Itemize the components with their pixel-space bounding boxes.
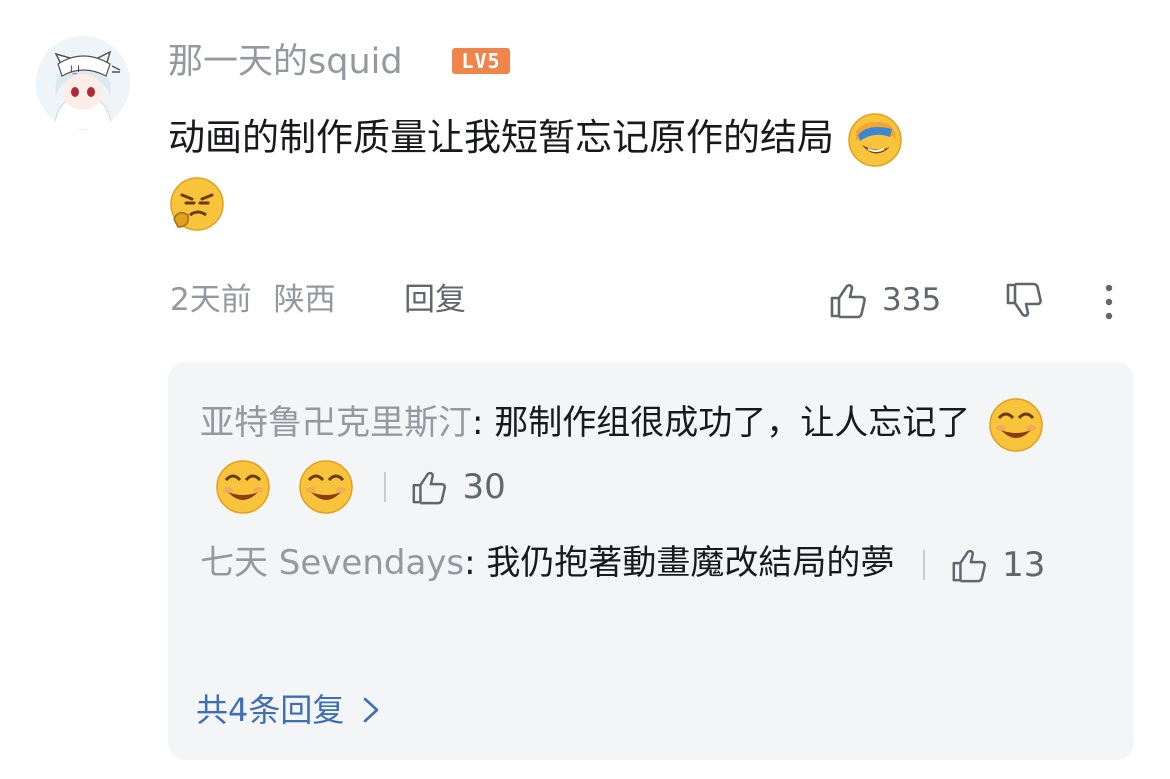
comment-time: 2天前 — [170, 282, 252, 318]
chevron-right-icon — [364, 697, 379, 723]
reply-separator: : — [464, 543, 476, 583]
reply-item: 七天 Sevendays: 我仍抱著動畫魔改結局的夢 13 — [200, 532, 1100, 596]
comment-location: 陕西 — [273, 282, 336, 318]
reply-like-count: 30 — [462, 466, 506, 507]
thumbs-up-icon — [952, 549, 987, 582]
reply-username[interactable]: 七天 Sevendays — [200, 543, 464, 583]
more-vertical-icon — [1105, 284, 1113, 320]
sneer-emoji-icon — [168, 175, 226, 233]
svg-text:I_I: I_I — [70, 65, 80, 75]
divider — [923, 549, 926, 580]
thumbs-up-icon — [413, 471, 447, 504]
thumbs-down-icon — [1006, 282, 1042, 317]
grinning-emoji-icon — [297, 458, 355, 516]
comment-body: 动画的制作质量让我短暂忘记原作的结局 — [168, 116, 834, 159]
comment-username[interactable]: 那一天的squid — [168, 42, 403, 82]
comment-meta: 2天前 陕西 — [170, 278, 336, 322]
reply-text: 那制作组很成功了，让人忘记了 — [483, 403, 971, 443]
like-button[interactable]: 335 — [828, 278, 941, 322]
reply-like-count: 13 — [1002, 544, 1046, 585]
reply-like-button[interactable]: 30 — [410, 456, 506, 518]
avatar-image-icon: I_I — [36, 36, 130, 130]
reply-username[interactable]: 亚特鲁卍克里斯汀 — [200, 403, 472, 443]
grinning-emoji-icon — [214, 458, 272, 516]
thumbs-up-icon — [830, 284, 866, 319]
avatar[interactable]: I_I — [36, 36, 130, 130]
crying-laughing-emoji-icon — [846, 111, 904, 169]
reply-text: 我仍抱著動畫魔改結局的夢 — [475, 543, 895, 583]
reply-separator: : — [472, 403, 484, 443]
divider — [383, 471, 386, 502]
grinning-emoji-icon — [987, 396, 1045, 454]
like-count: 335 — [882, 282, 942, 318]
reply-like-button[interactable]: 13 — [950, 534, 1045, 596]
dislike-button[interactable] — [1002, 279, 1046, 323]
replies-panel: 亚特鲁卍克里斯汀: 那制作组很成功了，让人忘记了 30 七天 Sevendays… — [168, 362, 1134, 760]
reply-button[interactable]: 回复 — [404, 278, 466, 322]
reply-item: 亚特鲁卍克里斯汀: 那制作组很成功了，让人忘记了 30 — [200, 392, 1100, 518]
comment-text: 动画的制作质量让我短暂忘记原作的结局 — [168, 106, 1088, 234]
level-badge: LV5 — [452, 48, 510, 74]
more-replies-label: 共4条回复 — [196, 691, 345, 729]
view-more-replies-link[interactable]: 共4条回复 — [196, 688, 382, 732]
more-options-button[interactable] — [1096, 282, 1122, 322]
